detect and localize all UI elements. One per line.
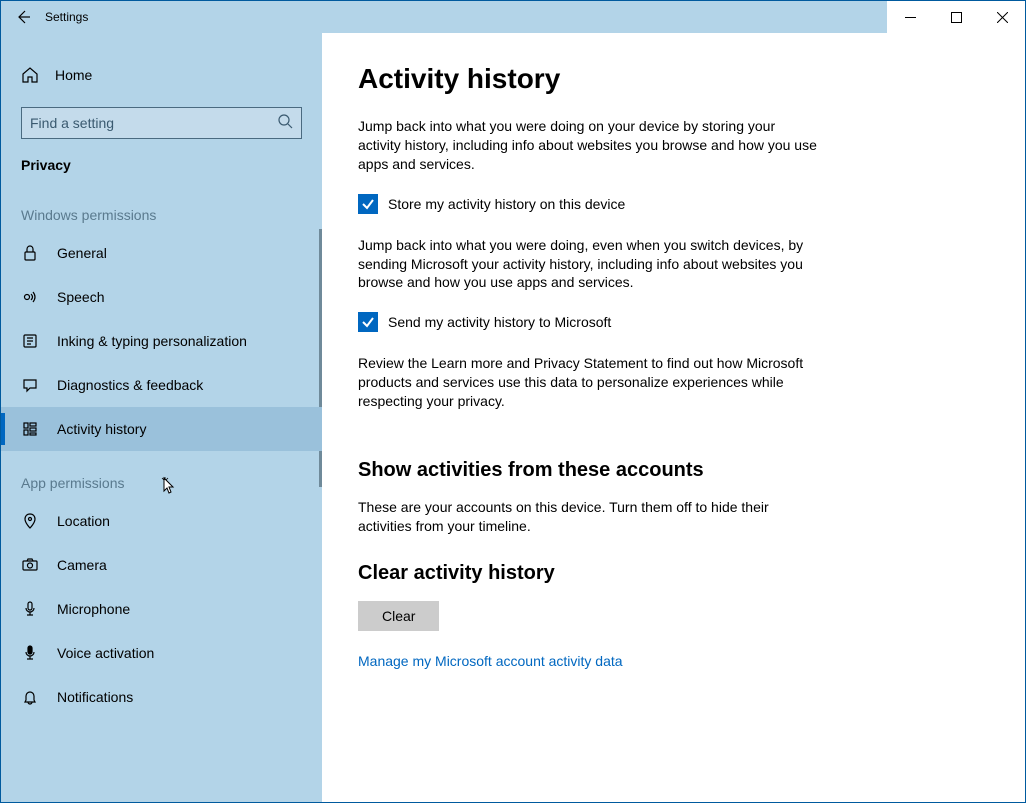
microphone-icon	[21, 601, 39, 617]
voice-activation-icon	[21, 645, 39, 661]
sidebar-home[interactable]: Home	[1, 53, 322, 97]
sidebar-item-general[interactable]: General	[1, 231, 322, 275]
sidebar-item-diagnostics[interactable]: Diagnostics & feedback	[1, 363, 322, 407]
sidebar: Home Privacy Windows permissions General…	[1, 33, 322, 802]
sidebar-item-label: Microphone	[57, 601, 130, 617]
page-title: Activity history	[358, 63, 989, 95]
manage-account-link[interactable]: Manage my Microsoft account activity dat…	[358, 653, 623, 669]
sidebar-item-camera[interactable]: Camera	[1, 543, 322, 587]
accounts-desc: These are your accounts on this device. …	[358, 498, 818, 536]
sidebar-item-voice-activation[interactable]: Voice activation	[1, 631, 322, 675]
speech-icon	[21, 289, 39, 305]
search-input[interactable]	[30, 115, 278, 131]
group-header-app-permissions: App permissions	[1, 451, 322, 499]
titlebar: Settings	[1, 1, 1025, 33]
desc-privacy: Review the Learn more and Privacy Statem…	[358, 354, 818, 411]
checkbox-checked-icon	[358, 312, 378, 332]
sidebar-item-label: Voice activation	[57, 645, 154, 661]
maximize-button[interactable]	[933, 1, 979, 33]
inking-icon	[21, 333, 39, 349]
clear-header: Clear activity history	[358, 562, 989, 585]
checkbox-checked-icon	[358, 194, 378, 214]
sidebar-item-microphone[interactable]: Microphone	[1, 587, 322, 631]
camera-icon	[21, 557, 39, 573]
desc-send-history: Jump back into what you were doing, even…	[358, 236, 818, 293]
lock-icon	[21, 245, 39, 261]
clear-button[interactable]: Clear	[358, 601, 439, 631]
intro-text: Jump back into what you were doing on yo…	[358, 117, 818, 174]
sidebar-item-label: Inking & typing personalization	[57, 333, 247, 349]
sidebar-item-label: Speech	[57, 289, 104, 305]
sidebar-item-activity-history[interactable]: Activity history	[1, 407, 322, 451]
feedback-icon	[21, 377, 39, 393]
sidebar-section-title: Privacy	[1, 143, 322, 183]
sidebar-item-label: Camera	[57, 557, 107, 573]
search-box[interactable]	[21, 107, 302, 139]
group-header-windows-permissions: Windows permissions	[1, 183, 322, 231]
checkbox-label: Send my activity history to Microsoft	[388, 314, 611, 330]
checkbox-store-history[interactable]: Store my activity history on this device	[358, 194, 989, 214]
sidebar-item-label: Activity history	[57, 421, 146, 437]
sidebar-item-inking[interactable]: Inking & typing personalization	[1, 319, 322, 363]
sidebar-home-label: Home	[55, 67, 92, 83]
content-area: Activity history Jump back into what you…	[322, 33, 1025, 802]
sidebar-item-speech[interactable]: Speech	[1, 275, 322, 319]
sidebar-item-notifications[interactable]: Notifications	[1, 675, 322, 719]
back-button[interactable]	[1, 1, 45, 33]
sidebar-item-location[interactable]: Location	[1, 499, 322, 543]
sidebar-item-label: Diagnostics & feedback	[57, 377, 203, 393]
sidebar-item-label: General	[57, 245, 107, 261]
sidebar-item-label: Notifications	[57, 689, 133, 705]
activity-history-icon	[21, 421, 39, 437]
minimize-button[interactable]	[887, 1, 933, 33]
window-title: Settings	[45, 10, 88, 24]
sidebar-item-label: Location	[57, 513, 110, 529]
checkbox-send-history[interactable]: Send my activity history to Microsoft	[358, 312, 989, 332]
search-icon	[278, 114, 293, 132]
notifications-icon	[21, 689, 39, 705]
accounts-header: Show activities from these accounts	[358, 459, 989, 482]
checkbox-label: Store my activity history on this device	[388, 196, 625, 212]
close-button[interactable]	[979, 1, 1025, 33]
location-icon	[21, 513, 39, 529]
